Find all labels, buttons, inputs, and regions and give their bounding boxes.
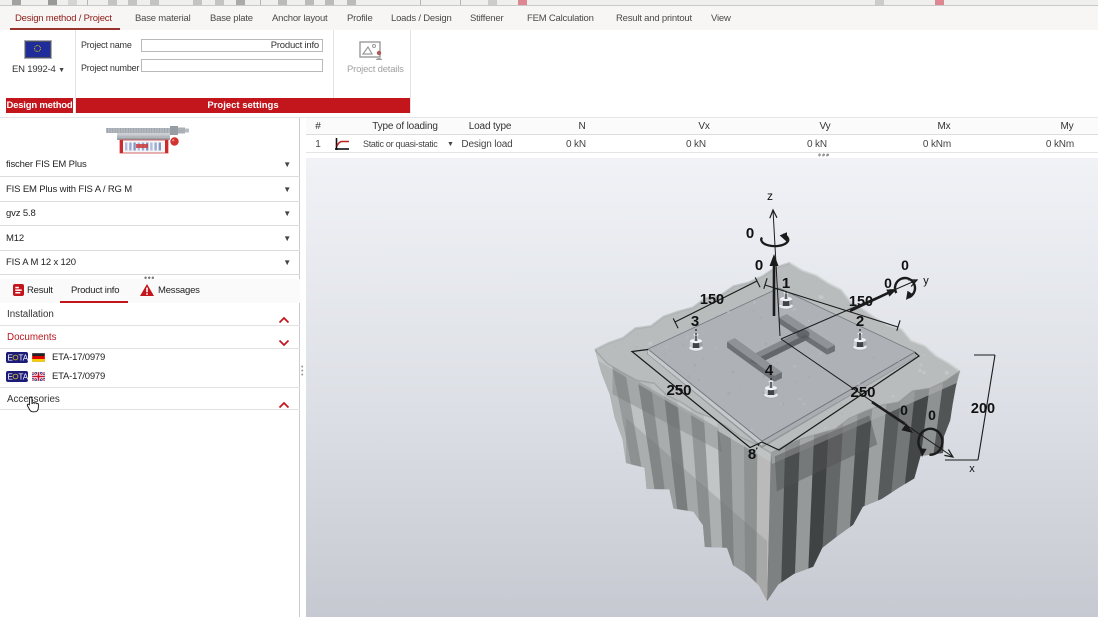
svg-text:1: 1 — [782, 275, 790, 292]
svg-text:0: 0 — [900, 402, 908, 418]
svg-text:E: E — [8, 354, 13, 363]
svg-text:0: 0 — [928, 407, 936, 423]
svg-text:250: 250 — [850, 384, 875, 401]
svg-text:y: y — [923, 275, 929, 287]
svg-text:4: 4 — [765, 362, 774, 379]
svg-text:2: 2 — [856, 313, 864, 330]
svg-text:z: z — [767, 189, 773, 203]
svg-text:0: 0 — [746, 225, 754, 242]
svg-text:250: 250 — [666, 382, 691, 399]
svg-text:TA: TA — [19, 354, 29, 363]
svg-text:3: 3 — [691, 313, 699, 330]
svg-text:E: E — [8, 373, 13, 382]
svg-text:8: 8 — [748, 446, 756, 463]
svg-text:200: 200 — [971, 401, 995, 417]
svg-text:TA: TA — [19, 373, 29, 382]
svg-text:150: 150 — [700, 292, 724, 308]
svg-text:x: x — [969, 463, 975, 475]
svg-text:0: 0 — [884, 275, 892, 291]
svg-text:0: 0 — [901, 257, 909, 273]
svg-text:0: 0 — [755, 257, 763, 274]
